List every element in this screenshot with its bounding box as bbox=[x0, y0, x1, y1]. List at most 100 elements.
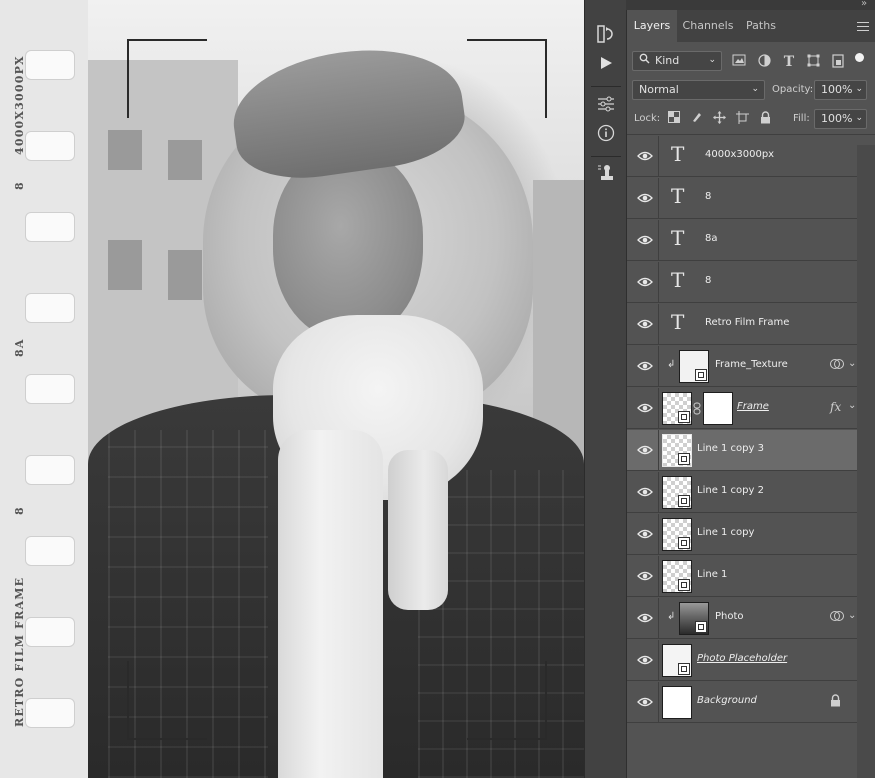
layer-row[interactable]: T 8a bbox=[627, 220, 858, 261]
tab-layers[interactable]: Layers bbox=[627, 10, 677, 42]
layer-row[interactable]: ↲ Frame_Texture ⌄ bbox=[627, 346, 858, 387]
eye-icon[interactable] bbox=[637, 316, 653, 332]
film-sprocket-hole bbox=[25, 131, 75, 161]
layer-row[interactable]: T 4000x3000px bbox=[627, 136, 858, 177]
layer-divider bbox=[658, 514, 659, 555]
layers-scrollbar[interactable] bbox=[857, 145, 875, 778]
filter-kind-label: Kind bbox=[655, 54, 680, 67]
lock-all-icon[interactable] bbox=[758, 111, 772, 125]
smart-filter-icon[interactable] bbox=[830, 610, 844, 625]
eye-icon[interactable] bbox=[637, 694, 653, 710]
layer-name[interactable]: 8a bbox=[705, 233, 718, 244]
filter-pixel-icon[interactable] bbox=[731, 54, 747, 70]
smart-filter-icon[interactable] bbox=[830, 358, 844, 373]
filter-smart-object-icon[interactable] bbox=[830, 54, 846, 70]
lock-icon[interactable] bbox=[830, 694, 841, 710]
eye-icon[interactable] bbox=[637, 610, 653, 626]
layer-name[interactable]: Line 1 copy 3 bbox=[697, 443, 764, 454]
fill-label: Fill: bbox=[793, 113, 810, 124]
lock-position-icon[interactable] bbox=[712, 111, 726, 125]
film-label-title: RETRO FILM FRAME bbox=[13, 576, 26, 727]
layer-name[interactable]: Frame_Texture bbox=[715, 359, 788, 370]
layer-name[interactable]: Line 1 copy bbox=[697, 527, 754, 538]
smart-object-icon bbox=[695, 369, 707, 381]
layer-row-selected[interactable]: Line 1 copy 3 bbox=[627, 430, 858, 471]
lock-image-pixels-icon[interactable] bbox=[690, 111, 704, 125]
layer-row[interactable]: ↲ Photo ⌄ bbox=[627, 598, 858, 639]
hamburger-icon[interactable] bbox=[857, 20, 869, 32]
clone-source-icon[interactable] bbox=[593, 164, 619, 188]
info-icon[interactable] bbox=[593, 124, 619, 148]
layer-name[interactable]: 8 bbox=[705, 275, 711, 286]
smart-object-icon bbox=[678, 411, 690, 423]
collapsed-panel-strip bbox=[584, 0, 626, 778]
opacity-input[interactable]: 100% ⌄ bbox=[814, 80, 867, 100]
eye-icon[interactable] bbox=[637, 652, 653, 668]
chevron-down-icon: ⌄ bbox=[751, 84, 759, 94]
chevron-down-icon[interactable]: ⌄ bbox=[848, 400, 856, 411]
layer-row[interactable]: Line 1 copy 2 bbox=[627, 472, 858, 513]
eye-icon[interactable] bbox=[637, 400, 653, 416]
layer-row[interactable]: Photo Placeholder bbox=[627, 640, 858, 681]
filter-shape-icon[interactable] bbox=[805, 54, 821, 70]
filter-adjustment-icon[interactable] bbox=[756, 54, 772, 70]
eye-icon[interactable] bbox=[637, 442, 653, 458]
layer-row[interactable]: T Retro Film Frame bbox=[627, 304, 858, 345]
layer-thumbnail bbox=[679, 350, 709, 383]
filter-kind-select[interactable]: Kind ⌄ bbox=[632, 51, 722, 71]
layer-name[interactable]: Frame bbox=[737, 401, 769, 412]
tab-channels[interactable]: Channels bbox=[677, 10, 739, 42]
layer-name[interactable]: 4000x3000px bbox=[705, 149, 774, 160]
document-canvas[interactable]: 4000X3000PX 8 8A 8 RETRO FILM FRAME bbox=[0, 0, 584, 778]
tab-paths[interactable]: Paths bbox=[739, 10, 783, 42]
blend-mode-select[interactable]: Normal ⌄ bbox=[632, 80, 765, 100]
text-layer-icon: T bbox=[671, 184, 685, 208]
layer-divider bbox=[658, 220, 659, 261]
history-icon[interactable] bbox=[593, 24, 619, 48]
layer-divider bbox=[658, 178, 659, 219]
layer-name[interactable]: Line 1 bbox=[697, 569, 727, 580]
fill-value: 100% bbox=[821, 112, 853, 125]
filter-toggle-icon[interactable] bbox=[855, 53, 864, 62]
layer-effects-icon[interactable]: fx bbox=[830, 400, 841, 414]
lock-artboard-icon[interactable] bbox=[735, 111, 749, 125]
eye-icon[interactable] bbox=[637, 484, 653, 500]
layer-row[interactable]: Frame fx ⌄ bbox=[627, 388, 858, 429]
layer-divider bbox=[658, 136, 659, 177]
chevron-down-icon[interactable]: ⌄ bbox=[848, 358, 856, 369]
filter-type-icon[interactable]: T bbox=[781, 54, 797, 70]
layer-mask-thumbnail[interactable] bbox=[703, 392, 733, 425]
chevron-down-icon: ⌄ bbox=[708, 55, 716, 65]
lock-transparent-pixels-icon[interactable] bbox=[667, 111, 681, 125]
layer-row[interactable]: T 8 bbox=[627, 178, 858, 219]
layer-thumbnail bbox=[679, 602, 709, 635]
layer-name[interactable]: Line 1 copy 2 bbox=[697, 485, 764, 496]
eye-icon[interactable] bbox=[637, 232, 653, 248]
layer-name[interactable]: Photo Placeholder bbox=[697, 653, 787, 664]
eye-icon[interactable] bbox=[637, 568, 653, 584]
film-sprocket-hole bbox=[25, 698, 75, 728]
layer-name[interactable]: Photo bbox=[715, 611, 744, 622]
link-chain-icon[interactable] bbox=[693, 402, 701, 418]
fill-input[interactable]: 100% ⌄ bbox=[814, 109, 867, 129]
eye-icon[interactable] bbox=[637, 190, 653, 206]
text-layer-icon: T bbox=[671, 142, 685, 166]
chevron-down-icon: ⌄ bbox=[855, 84, 863, 94]
layer-row[interactable]: Background bbox=[627, 682, 858, 723]
chevron-down-icon[interactable]: ⌄ bbox=[848, 610, 856, 621]
adjustments-icon[interactable] bbox=[593, 95, 619, 119]
layer-name[interactable]: Retro Film Frame bbox=[705, 317, 789, 328]
collapse-right-icon[interactable]: » bbox=[861, 0, 867, 9]
layer-divider bbox=[658, 598, 659, 639]
eye-icon[interactable] bbox=[637, 526, 653, 542]
layer-row[interactable]: T 8 bbox=[627, 262, 858, 303]
eye-icon[interactable] bbox=[637, 358, 653, 374]
eye-icon[interactable] bbox=[637, 148, 653, 164]
layer-name[interactable]: Background bbox=[697, 695, 757, 706]
layer-row[interactable]: Line 1 copy bbox=[627, 514, 858, 555]
text-layer-icon: T bbox=[671, 310, 685, 334]
layer-name[interactable]: 8 bbox=[705, 191, 711, 202]
play-actions-icon[interactable] bbox=[593, 54, 619, 78]
layer-row[interactable]: Line 1 bbox=[627, 556, 858, 597]
eye-icon[interactable] bbox=[637, 274, 653, 290]
